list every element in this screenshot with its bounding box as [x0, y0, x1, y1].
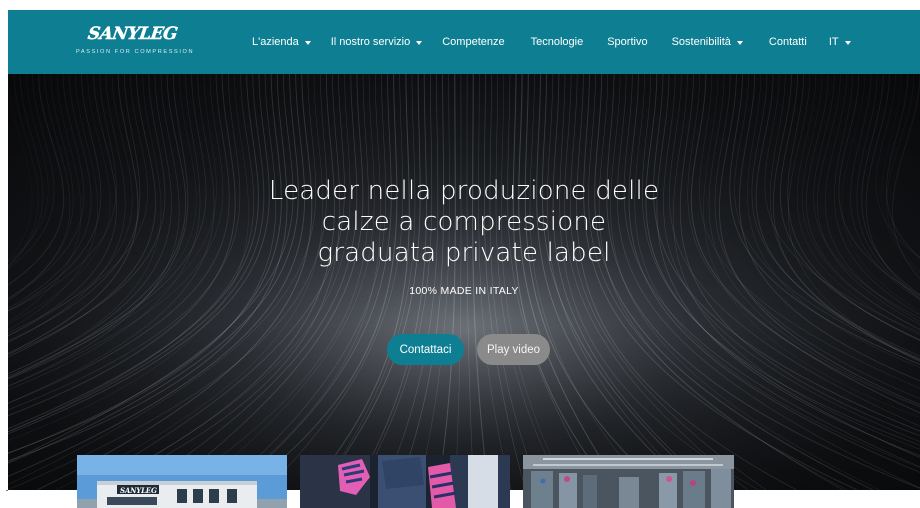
caret-down-icon — [844, 40, 851, 45]
logo-tagline: PASSION FOR COMPRESSION — [76, 49, 195, 55]
caret-down-icon — [416, 40, 423, 45]
factory-image — [523, 455, 734, 508]
nav-item-azienda[interactable]: L'azienda — [252, 36, 311, 48]
site-header: SANYLEG PASSION FOR COMPRESSION L'aziend… — [8, 10, 920, 74]
page: SANYLEG PASSION FOR COMPRESSION L'aziend… — [0, 0, 920, 508]
nav-item-sostenibilita[interactable]: Sostenibilità — [672, 36, 743, 48]
caret-down-icon — [736, 40, 743, 45]
nav-label: Sportivo — [607, 36, 648, 48]
main-nav: L'azienda Il nostro servizio Competenze … — [252, 10, 851, 74]
nav-label: Il nostro servizio — [330, 36, 411, 48]
caret-down-icon — [304, 40, 311, 45]
hero-title-line: graduata private label — [317, 238, 611, 268]
fiber-strands-background — [8, 74, 920, 490]
factory-machines-photo[interactable] — [523, 455, 734, 508]
play-video-button[interactable]: Play video — [477, 334, 550, 365]
hero-title-line: Leader nella produzione delle — [268, 176, 660, 206]
athlete-socks-photo[interactable] — [300, 455, 510, 508]
language-label: IT — [828, 36, 839, 48]
nav-label: L'azienda — [252, 36, 299, 48]
language-selector[interactable]: IT — [829, 36, 851, 48]
nav-label: Tecnologie — [530, 36, 584, 48]
building-sign: SANYLEG — [120, 486, 157, 495]
athlete-socks-image — [300, 455, 510, 508]
hero-title: Leader nella produzione delle calze a co… — [8, 176, 920, 269]
nav-item-tecnologie[interactable]: Tecnologie — [531, 36, 584, 48]
nav-label: Competenze — [442, 36, 505, 48]
nav-label: Contatti — [768, 36, 807, 48]
hero-title-line: calze a compressione — [321, 207, 607, 237]
nav-item-contatti[interactable]: Contatti — [769, 36, 807, 48]
brand-logo[interactable]: SANYLEG PASSION FOR COMPRESSION — [70, 24, 193, 62]
nav-label: Sostenibilità — [671, 36, 731, 48]
nav-item-sportivo[interactable]: Sportivo — [607, 36, 647, 48]
nav-item-competenze[interactable]: Competenze — [442, 36, 504, 48]
building-image — [77, 455, 287, 508]
building-photo[interactable]: SANYLEG — [77, 455, 287, 508]
contact-button[interactable]: Contattaci — [387, 334, 464, 365]
divider-mark — [6, 490, 8, 491]
logo-wordmark: SANYLEG — [86, 24, 179, 44]
nav-item-servizio[interactable]: Il nostro servizio — [330, 36, 423, 48]
hero-subtitle: 100% MADE IN ITALY — [409, 285, 519, 297]
hero-banner: Leader nella produzione delle calze a co… — [8, 74, 920, 490]
